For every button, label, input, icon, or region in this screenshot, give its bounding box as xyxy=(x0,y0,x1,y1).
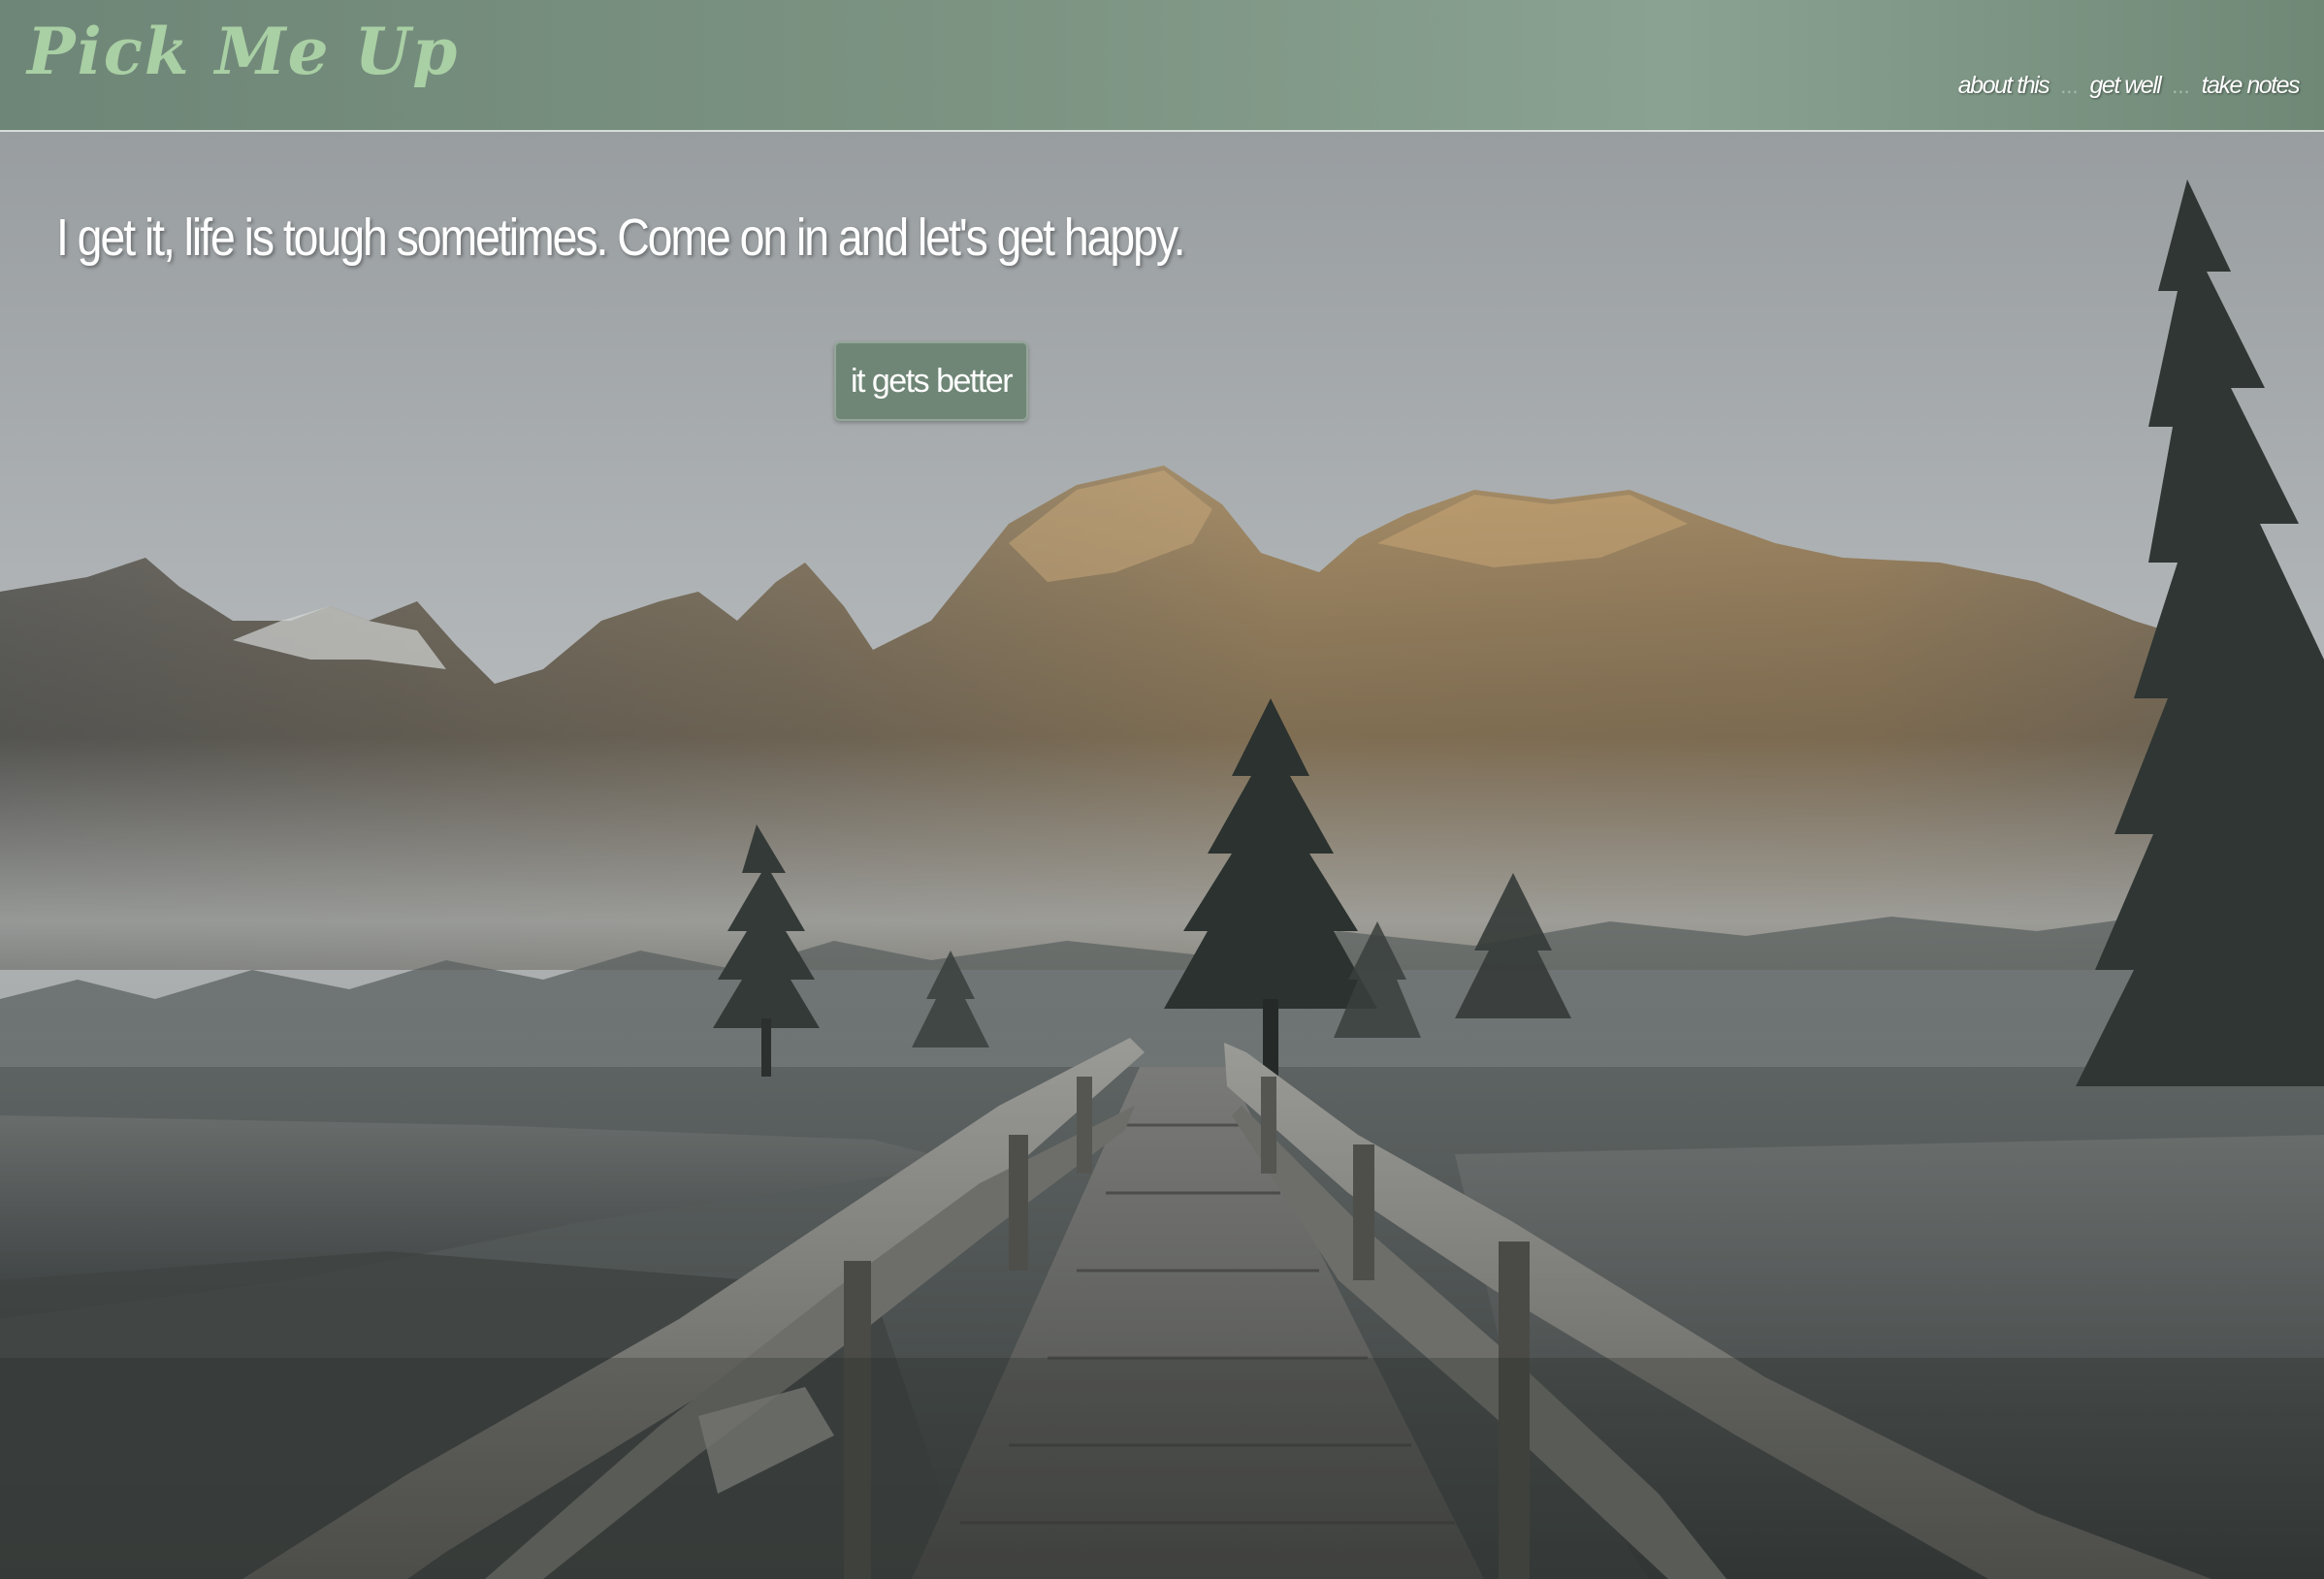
page: Pick Me Up about this ... get well ... t… xyxy=(0,0,2324,1579)
main-nav: about this ... get well ... take notes xyxy=(1958,72,2301,100)
nav-link-get-well[interactable]: get well xyxy=(2090,72,2162,100)
nav-separator: ... xyxy=(2172,74,2190,98)
top-bar: Pick Me Up about this ... get well ... t… xyxy=(0,0,2324,132)
nav-separator: ... xyxy=(2060,74,2079,98)
hero-tagline: I get it, life is tough sometimes. Come … xyxy=(56,209,1186,267)
it-gets-better-button[interactable]: it gets better xyxy=(834,341,1028,421)
nav-link-about-this[interactable]: about this xyxy=(1958,72,2050,100)
site-logo[interactable]: Pick Me Up xyxy=(27,14,459,90)
nav-link-take-notes[interactable]: take notes xyxy=(2202,72,2301,100)
